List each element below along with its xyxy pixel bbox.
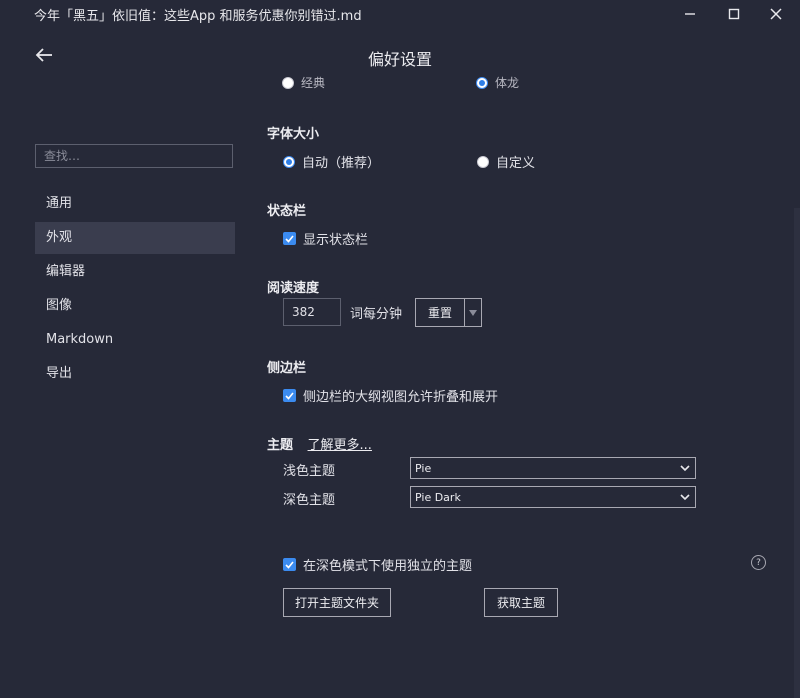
sidebar-item-editor[interactable]: 编辑器: [35, 256, 235, 288]
window-title: 今年「黑五」依旧值：这些App 和服务优惠你别错过.md: [34, 9, 362, 24]
sidebar-item-image[interactable]: 图像: [35, 290, 235, 322]
chevron-down-icon: [680, 465, 690, 472]
minimize-icon[interactable]: [675, 3, 705, 25]
reset-dropdown-button[interactable]: [464, 298, 482, 327]
clipped-option-right[interactable]: 体龙: [476, 74, 519, 91]
reading-speed-unit: 词每分钟: [350, 306, 403, 322]
search-input[interactable]: [35, 144, 233, 168]
clipped-option-left[interactable]: 经典: [282, 74, 325, 91]
radio-custom[interactable]: [477, 155, 489, 168]
page-title: 偏好设置: [367, 50, 432, 69]
dark-theme-value: Pie Dark: [415, 490, 461, 504]
scrollbar[interactable]: [794, 208, 800, 698]
sidebar-section-heading: 侧边栏: [267, 361, 307, 376]
checkbox-status-bar[interactable]: [283, 232, 296, 245]
radio-auto[interactable]: [283, 155, 295, 168]
status-bar-heading: 状态栏: [267, 204, 307, 219]
question-circle-icon[interactable]: ?: [751, 555, 766, 570]
checkbox-outline-collapse[interactable]: [283, 389, 296, 402]
reading-speed-heading: 阅读速度: [267, 281, 320, 296]
radio-selected[interactable]: [476, 76, 488, 89]
radio-classic[interactable]: [282, 76, 294, 89]
checkmark-icon: [285, 391, 294, 400]
learn-more-link[interactable]: 了解更多...: [308, 438, 372, 453]
open-theme-folder-button[interactable]: 打开主题文件夹: [283, 588, 391, 617]
checkmark-icon: [285, 560, 294, 569]
font-size-heading: 字体大小: [267, 127, 320, 142]
title-bar: 今年「黑五」依旧值：这些App 和服务优惠你别错过.md: [0, 0, 800, 28]
outline-collapse-option[interactable]: 侧边栏的大纲视图允许折叠和展开: [283, 386, 498, 405]
maximize-icon[interactable]: [719, 3, 749, 25]
reading-speed-input[interactable]: 382: [283, 298, 341, 326]
dark-theme-label: 深色主题: [283, 493, 336, 508]
sidebar-item-appearance[interactable]: 外观: [35, 222, 235, 254]
separate-dark-theme-option[interactable]: 在深色模式下使用独立的主题: [283, 555, 472, 574]
sidebar-item-export[interactable]: 导出: [35, 358, 235, 390]
settings-panel: 经典 体龙 字体大小 自动（推荐） 自定义 状态栏 显示状态栏 阅读速度 382…: [266, 68, 786, 698]
theme-heading: 主题 了解更多...: [267, 434, 372, 453]
chevron-down-icon: [680, 494, 690, 501]
get-themes-button[interactable]: 获取主题: [484, 588, 558, 617]
dark-theme-select[interactable]: Pie Dark: [410, 486, 696, 508]
light-theme-value: Pie: [415, 461, 432, 475]
font-size-custom-option[interactable]: 自定义: [477, 152, 535, 171]
close-icon[interactable]: [761, 3, 791, 25]
light-theme-select[interactable]: Pie: [410, 457, 696, 479]
sidebar-nav: 通用 外观 编辑器 图像 Markdown 导出: [35, 188, 235, 392]
sidebar-item-markdown[interactable]: Markdown: [35, 324, 235, 356]
reading-speed-row: 382 词每分钟: [283, 298, 402, 326]
light-theme-label: 浅色主题: [283, 464, 336, 479]
status-bar-option[interactable]: 显示状态栏: [283, 229, 368, 248]
checkbox-separate-dark-theme[interactable]: [283, 558, 296, 571]
caret-down-icon: [469, 309, 477, 316]
checkmark-icon: [285, 234, 294, 243]
reset-button[interactable]: 重置: [415, 298, 465, 327]
sidebar-item-general[interactable]: 通用: [35, 188, 235, 220]
font-size-auto-option[interactable]: 自动（推荐）: [283, 152, 380, 171]
theme-heading-text: 主题: [267, 438, 294, 453]
